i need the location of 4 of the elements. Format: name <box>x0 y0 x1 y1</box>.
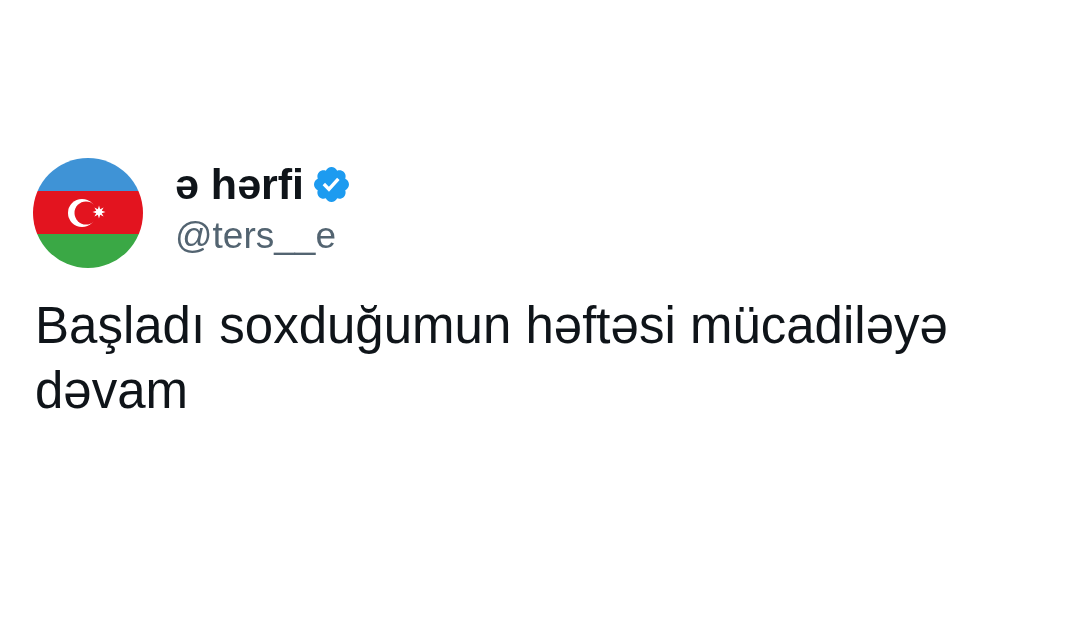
flag-avatar-icon <box>33 158 143 268</box>
display-name: ə hərfi <box>175 160 305 208</box>
user-handle: @ters__e <box>175 214 336 258</box>
tweet-text: Başladı soxduğumun həftəsi mücadiləyə dəvam <box>35 296 949 421</box>
